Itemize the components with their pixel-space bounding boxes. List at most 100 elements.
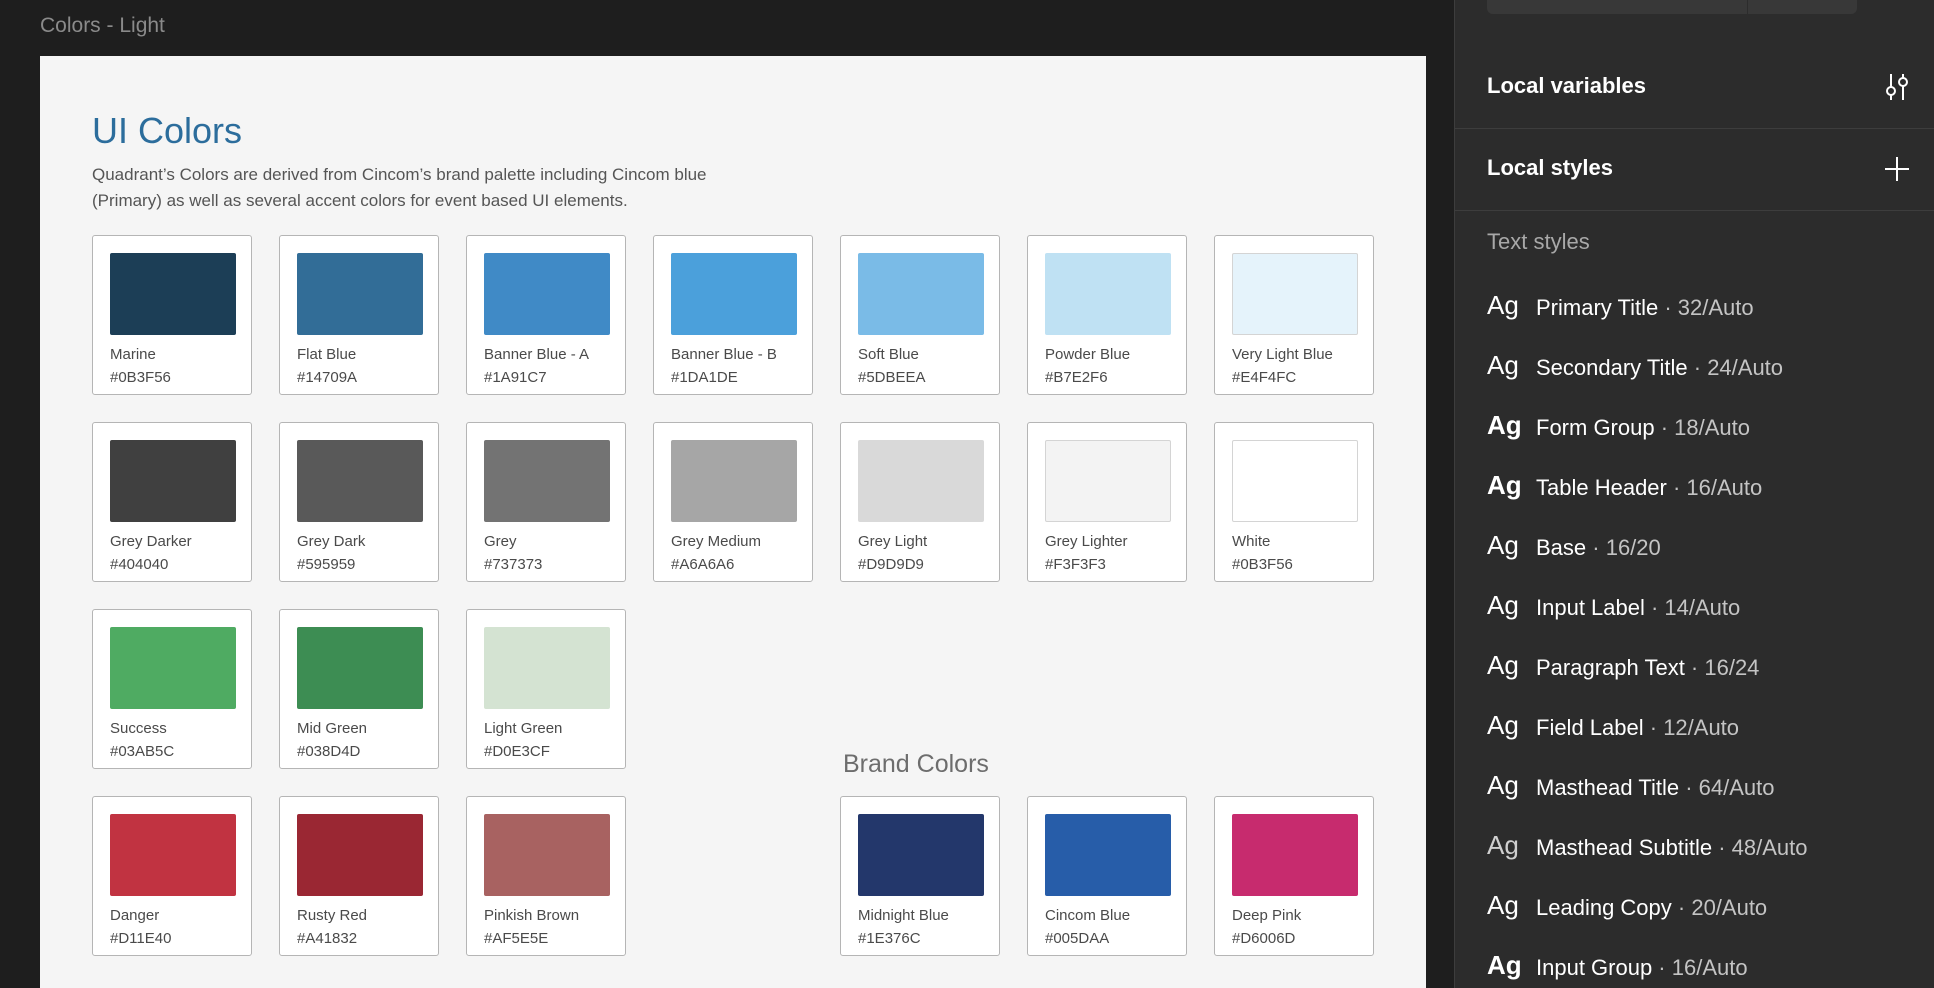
color-palette-frame[interactable]: UI Colors Quadrant’s Colors are derived …	[40, 56, 1426, 988]
color-swatch-card[interactable]: Midnight Blue #1E376C	[840, 796, 1000, 956]
color-swatch-chip	[1232, 814, 1358, 896]
swatch-name: Mid Green	[297, 720, 368, 737]
color-swatch-card[interactable]: Grey Medium #A6A6A6	[653, 422, 813, 582]
color-swatch-card[interactable]: Pinkish Brown #AF5E5E	[466, 796, 626, 956]
text-style-name: Secondary Title	[1536, 355, 1688, 380]
color-swatch-card[interactable]: Danger #D11E40	[92, 796, 252, 956]
color-swatch-chip	[858, 440, 984, 522]
text-style-item[interactable]: Ag Secondary Title · 24/Auto	[1455, 342, 1934, 394]
text-style-meta: · 48/Auto	[1712, 835, 1808, 860]
swatch-hex: #0B3F56	[110, 369, 171, 386]
text-style-item[interactable]: Ag Form Group · 18/Auto	[1455, 402, 1934, 454]
swatch-hex: #1E376C	[858, 930, 921, 947]
design-canvas[interactable]: Colors - Light UI Colors Quadrant’s Colo…	[0, 0, 1454, 988]
text-style-item[interactable]: Ag Base · 16/20	[1455, 522, 1934, 574]
color-swatch-card[interactable]: Banner Blue - B #1DA1DE	[653, 235, 813, 395]
plus-icon[interactable]	[1881, 153, 1913, 185]
swatch-hex: #D9D9D9	[858, 556, 924, 573]
text-style-name: Leading Copy	[1536, 895, 1672, 920]
text-style-name: Table Header	[1536, 475, 1667, 500]
color-swatch-card[interactable]: Deep Pink #D6006D	[1214, 796, 1374, 956]
color-swatch-chip	[110, 627, 236, 709]
text-style-name: Base	[1536, 535, 1587, 560]
text-style-item[interactable]: Ag Input Label · 14/Auto	[1455, 582, 1934, 634]
swatch-hex: #5DBEEA	[858, 369, 926, 386]
swatch-name: Powder Blue	[1045, 346, 1131, 363]
text-style-name: Masthead Subtitle	[1536, 835, 1713, 860]
swatch-name: Grey Darker	[110, 533, 192, 550]
color-swatch-chip	[110, 440, 236, 522]
color-swatch-card[interactable]: Light Green #D0E3CF	[466, 609, 626, 769]
color-swatch-card[interactable]: Cincom Blue #005DAA	[1027, 796, 1187, 956]
color-swatch-chip	[858, 253, 984, 335]
text-style-preview-icon: Ag	[1487, 890, 1519, 920]
swatch-name: Danger	[110, 907, 160, 924]
text-style-name: Primary Title	[1536, 295, 1659, 320]
text-style-label: Input Group · 16/Auto	[1536, 955, 1748, 981]
color-swatch-card[interactable]: Powder Blue #B7E2F6	[1027, 235, 1187, 395]
swatch-name: Success	[110, 720, 167, 737]
text-style-label: Masthead Title · 64/Auto	[1536, 775, 1774, 801]
color-swatch-chip	[671, 440, 797, 522]
text-styles-heading: Text styles	[1487, 229, 1590, 254]
swatch-name: Cincom Blue	[1045, 907, 1131, 924]
color-swatch-chip	[110, 814, 236, 896]
text-style-name: Field Label	[1536, 715, 1644, 740]
color-swatch-chip	[297, 253, 423, 335]
right-sidebar: Local variables Local styles Text styles…	[1454, 0, 1934, 988]
text-style-meta: · 64/Auto	[1679, 775, 1775, 800]
swatch-name: Deep Pink	[1232, 907, 1302, 924]
swatch-name: Grey Dark	[297, 533, 366, 550]
color-swatch-card[interactable]: Grey Dark #595959	[279, 422, 439, 582]
color-swatch-card[interactable]: Flat Blue #14709A	[279, 235, 439, 395]
swatch-hex: #D11E40	[110, 930, 172, 947]
text-style-name: Paragraph Text	[1536, 655, 1685, 680]
text-style-meta: · 20/Auto	[1671, 895, 1768, 920]
color-swatch-card[interactable]: Marine #0B3F56	[92, 235, 252, 395]
color-swatch-card[interactable]: Very Light Blue #E4F4FC	[1214, 235, 1374, 395]
text-style-name: Form Group	[1536, 415, 1655, 440]
frame-label[interactable]: Colors - Light	[40, 14, 165, 38]
swatch-hex: #A6A6A6	[671, 556, 735, 573]
color-swatch-card[interactable]: Soft Blue #5DBEEA	[840, 235, 1000, 395]
color-swatch-card[interactable]: Rusty Red #A41832	[279, 796, 439, 956]
color-swatch-chip	[297, 627, 423, 709]
text-style-item[interactable]: Ag Table Header · 16/Auto	[1455, 462, 1934, 514]
swatch-hex: #005DAA	[1045, 930, 1110, 947]
swatch-name: White	[1232, 533, 1271, 550]
color-swatch-card[interactable]: Success #03AB5C	[92, 609, 252, 769]
color-swatch-card[interactable]: Mid Green #038D4D	[279, 609, 439, 769]
color-swatch-card[interactable]: Grey Lighter #F3F3F3	[1027, 422, 1187, 582]
local-styles-section[interactable]: Local styles	[1455, 129, 1934, 211]
text-style-meta: · 32/Auto	[1658, 295, 1754, 320]
text-style-item[interactable]: Ag Input Group · 16/Auto	[1455, 942, 1934, 988]
text-style-item[interactable]: Ag Masthead Subtitle · 48/Auto	[1455, 822, 1934, 874]
color-swatch-card[interactable]: Grey Darker #404040	[92, 422, 252, 582]
swatch-name: Grey Medium	[671, 533, 762, 550]
local-variables-section[interactable]: Local variables	[1455, 47, 1934, 129]
text-style-label: Base · 16/20	[1536, 535, 1661, 561]
color-swatch-card[interactable]: Grey #737373	[466, 422, 626, 582]
color-swatch-chip	[1045, 814, 1171, 896]
color-swatch-card[interactable]: White #0B3F56	[1214, 422, 1374, 582]
text-style-preview-icon: Ag	[1487, 470, 1522, 500]
text-style-item[interactable]: Ag Primary Title · 32/Auto	[1455, 282, 1934, 334]
swatch-name: Very Light Blue	[1232, 346, 1333, 363]
sliders-icon[interactable]	[1881, 71, 1913, 103]
color-swatch-chip	[297, 440, 423, 522]
text-style-meta: · 14/Auto	[1644, 595, 1741, 620]
color-swatch-chip	[1232, 440, 1358, 522]
text-style-preview-icon: Ag	[1487, 770, 1519, 800]
color-swatch-card[interactable]: Banner Blue - A #1A91C7	[466, 235, 626, 395]
swatch-hex: #404040	[110, 556, 169, 573]
color-swatch-chip	[484, 253, 610, 335]
text-style-meta: · 16/24	[1684, 655, 1760, 680]
top-field[interactable]	[1487, 0, 1857, 14]
text-style-item[interactable]: Ag Masthead Title · 64/Auto	[1455, 762, 1934, 814]
text-style-item[interactable]: Ag Field Label · 12/Auto	[1455, 702, 1934, 754]
text-style-preview-icon: Ag	[1487, 710, 1519, 740]
color-swatch-card[interactable]: Grey Light #D9D9D9	[840, 422, 1000, 582]
text-style-meta: · 16/20	[1586, 535, 1661, 560]
text-style-item[interactable]: Ag Leading Copy · 20/Auto	[1455, 882, 1934, 934]
text-style-item[interactable]: Ag Paragraph Text · 16/24	[1455, 642, 1934, 694]
